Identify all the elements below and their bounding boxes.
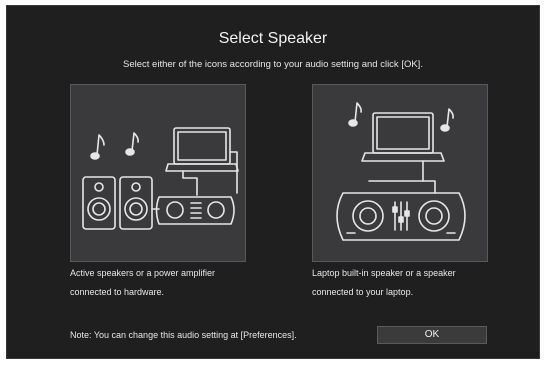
preferences-note: Note: You can change this audio setting … xyxy=(70,330,297,340)
dialog-title: Select Speaker xyxy=(218,30,328,47)
select-speaker-dialog: Select Speaker Select either of the icon… xyxy=(6,5,540,359)
ok-button[interactable]: OK xyxy=(377,326,487,344)
option-laptop-speaker[interactable] xyxy=(312,84,488,262)
description-line: Active speakers or a power amplifier xyxy=(70,268,216,278)
description-line: connected to your laptop. xyxy=(312,287,414,297)
description-line: connected to hardware. xyxy=(70,287,165,297)
option-active-speakers[interactable] xyxy=(70,84,246,262)
dialog-subtitle: Select either of the icons according to … xyxy=(123,59,423,70)
description-line: Laptop built-in speaker or a speaker xyxy=(312,268,456,278)
option-active-speakers-description: Active speakers or a power amplifier con… xyxy=(70,264,290,302)
laptop-speaker-with-controller-icon xyxy=(336,102,466,241)
option-laptop-speaker-description: Laptop built-in speaker or a speaker con… xyxy=(312,264,532,302)
active-speakers-with-controller-icon xyxy=(82,127,239,230)
